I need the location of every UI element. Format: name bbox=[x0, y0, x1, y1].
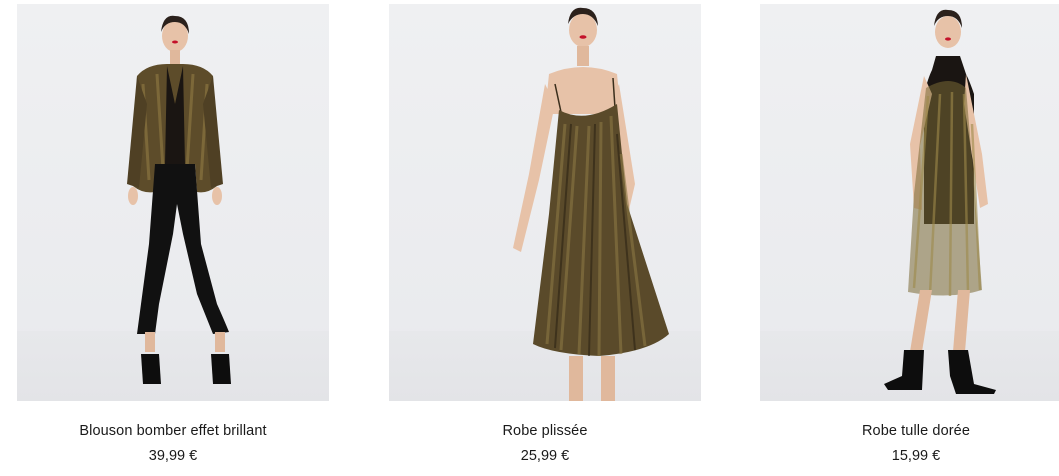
model-pleated-dress-illustration bbox=[513, 7, 669, 401]
model-bomber-jacket-illustration bbox=[127, 15, 231, 384]
product-card[interactable]: Blouson bomber effet brillant 39,99 € bbox=[17, 0, 329, 476]
product-price: 39,99 € bbox=[148, 448, 198, 464]
product-image[interactable] bbox=[389, 4, 701, 401]
model-tulle-dress-illustration bbox=[884, 9, 996, 394]
product-image[interactable] bbox=[17, 4, 329, 401]
product-card[interactable]: Robe plissée 25,99 € bbox=[389, 0, 701, 476]
product-grid: Blouson bomber effet brillant 39,99 € Ro… bbox=[0, 0, 1059, 476]
product-price: 15,99 € bbox=[891, 448, 941, 464]
product-name[interactable]: Blouson bomber effet brillant bbox=[17, 423, 329, 439]
product-image[interactable] bbox=[760, 4, 1059, 401]
product-name[interactable]: Robe plissée bbox=[389, 423, 701, 439]
product-card[interactable]: Robe tulle dorée 15,99 € bbox=[760, 0, 1059, 476]
product-name[interactable]: Robe tulle dorée bbox=[760, 423, 1059, 439]
product-price: 25,99 € bbox=[520, 448, 570, 464]
